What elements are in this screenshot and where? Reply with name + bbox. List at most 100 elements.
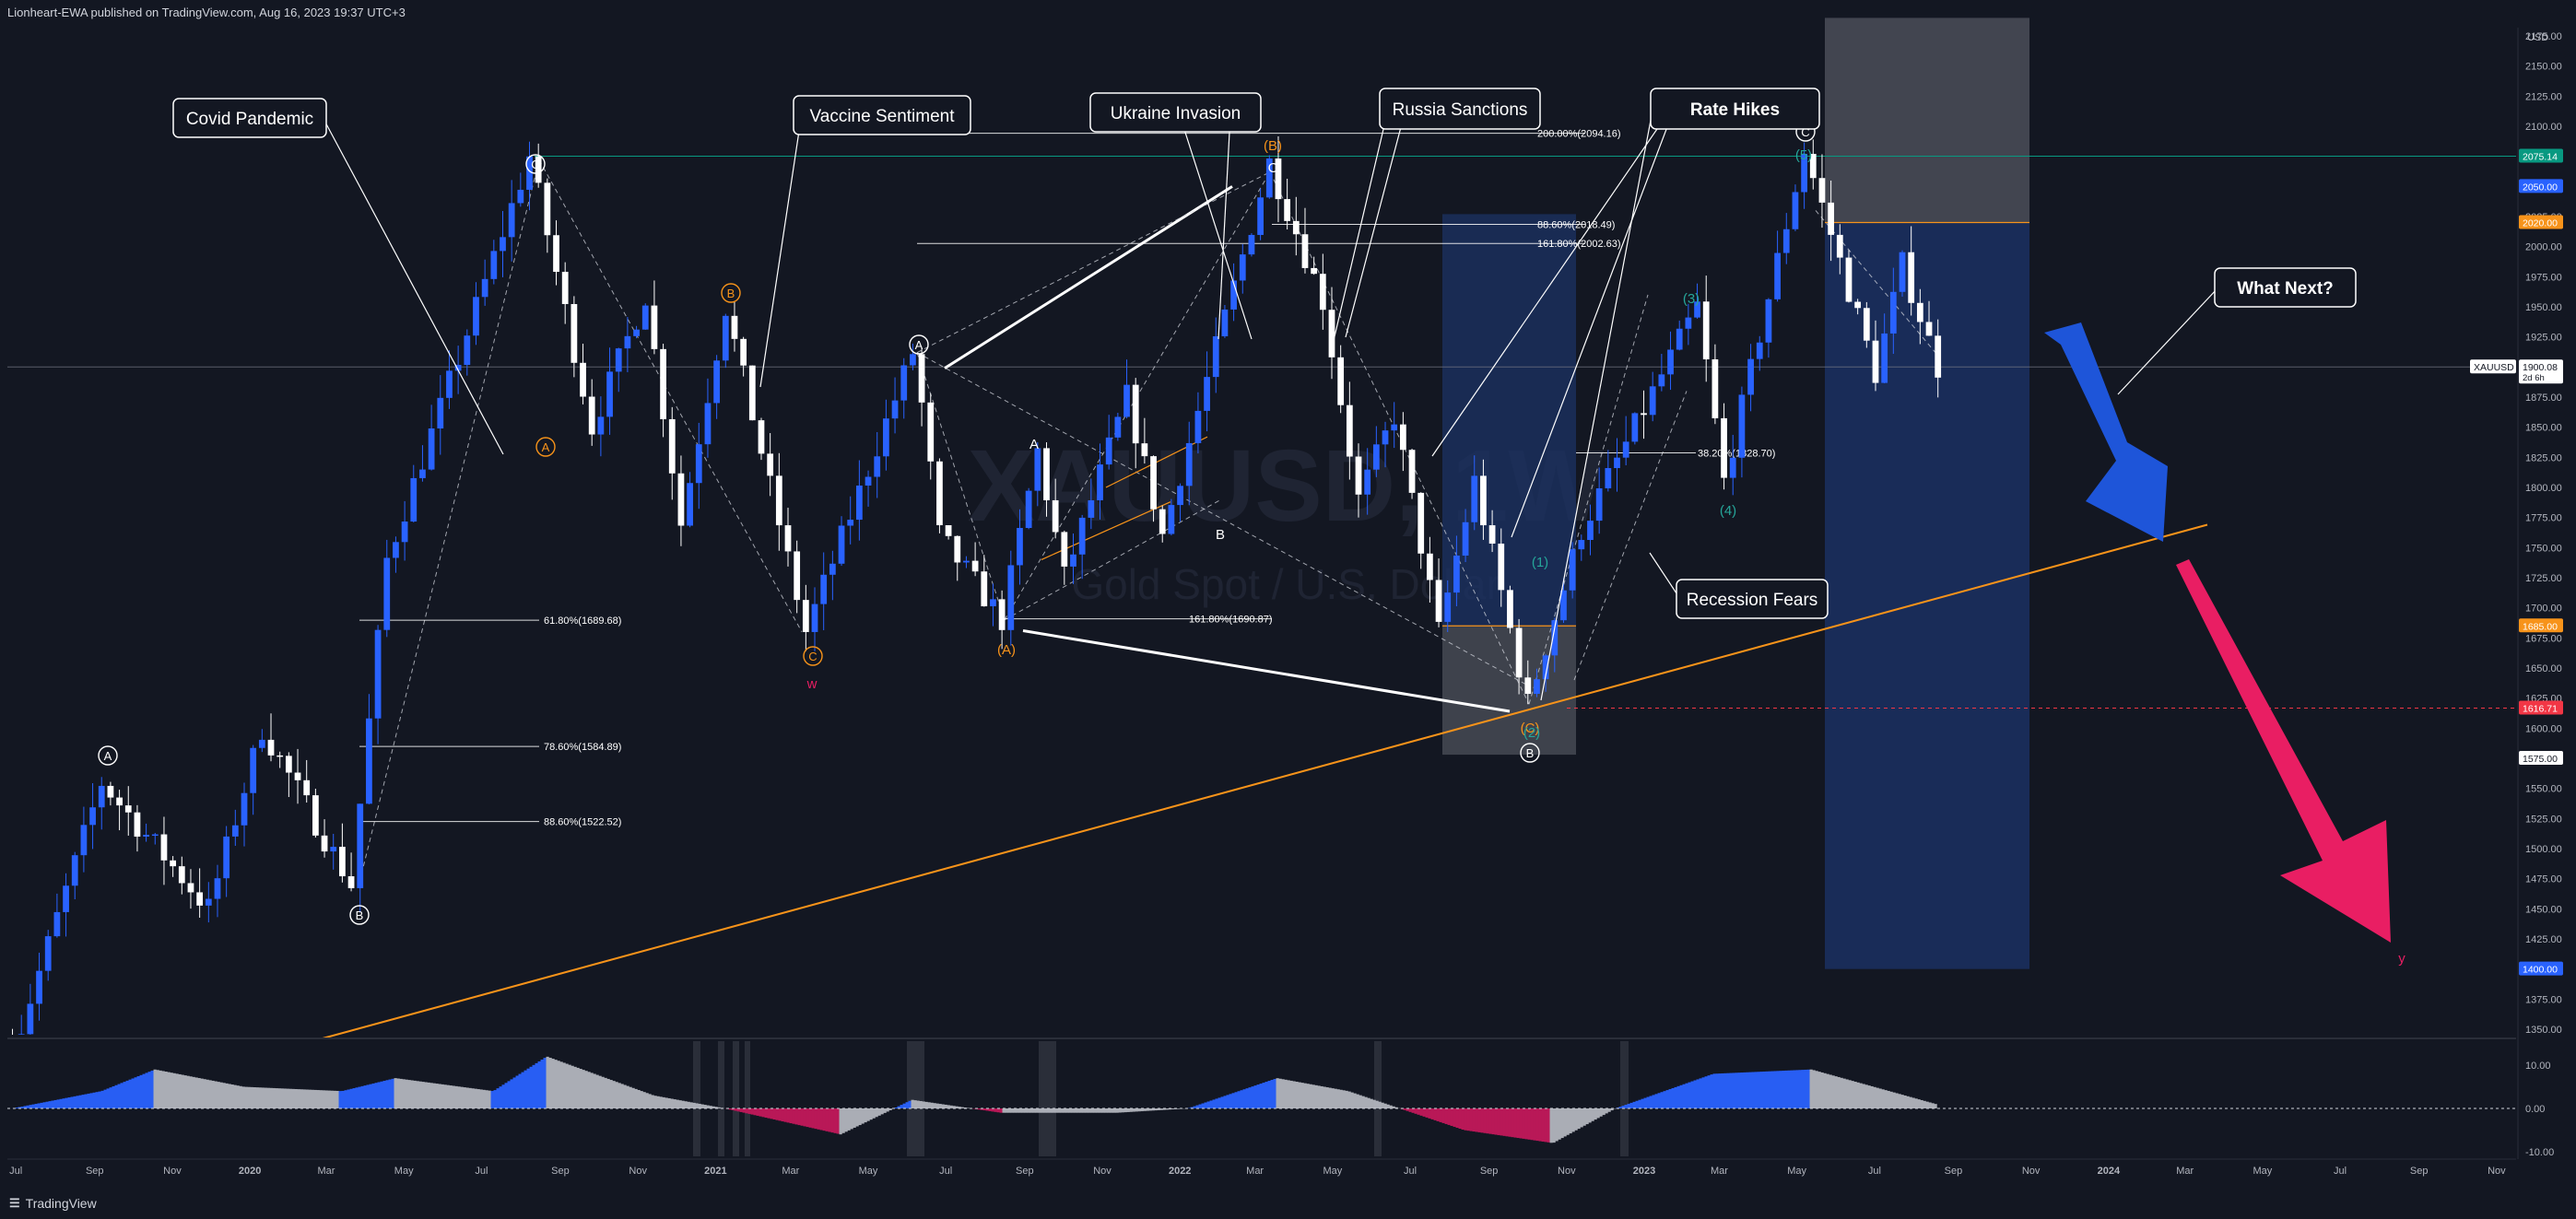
osc-bar [1735,1072,1738,1108]
osc-bar [1021,1108,1025,1113]
osc-bar [1729,1072,1733,1108]
osc-bar [1007,1108,1011,1113]
osc-bar [446,1084,450,1108]
candle-body [80,825,88,856]
tradingview-chart[interactable]: XAUUSD, 1W Gold Spot / U.S. Dollar 200.0… [0,0,2576,1219]
price-badge-5: 1616.71 [2519,700,2563,715]
osc-bar [211,1080,215,1108]
osc-bar [106,1088,110,1108]
white-trendline-upper[interactable] [944,185,1233,369]
time-tick-10: Mar [782,1166,799,1177]
osc-bar [1920,1099,1923,1108]
callout-rate-hikes[interactable]: Rate Hikes [1650,88,1820,130]
osc-bar [1118,1108,1122,1113]
osc-bar [1519,1108,1523,1139]
osc-bar [485,1090,488,1108]
osc-bar [347,1089,350,1108]
osc-bar [1848,1080,1852,1108]
osc-bar [1032,1108,1036,1113]
publisher-header: Lionheart-EWA published on TradingView.c… [0,0,2576,26]
pink-down-arrow [2176,559,2391,943]
osc-bar [366,1084,370,1108]
candle-body [1515,627,1523,678]
price-tick-20: 1675.00 [2525,633,2562,644]
time-axis[interactable]: Jul Sep Nov 2020 Mar May Jul Sep Nov 2021 Mar May Ju… [9,1166,2506,1177]
osc-bar [808,1108,812,1128]
time-tick-20: Nov [1558,1166,1576,1177]
candle-body [490,251,498,279]
callout-russia-sanctions[interactable]: Russia Sanctions [1379,88,1541,130]
osc-bar [521,1072,524,1108]
osc-bar [1237,1091,1241,1108]
osc-bar [1372,1099,1376,1108]
osc-bar [1898,1094,1901,1108]
time-tick-12: Jul [939,1166,952,1177]
candle-body [500,237,506,252]
candle-body [178,866,185,884]
osc-bar [208,1080,212,1108]
candle-body [918,354,925,403]
osc-bar [1209,1100,1213,1108]
time-tick-29: May [2253,1166,2272,1177]
candle-body [1399,424,1406,451]
time-tick-2: Nov [163,1166,182,1177]
candle-body [1889,291,1897,334]
white-trendline-lower[interactable] [1022,629,1511,713]
osc-bar [1906,1096,1910,1108]
osc-bar [396,1078,400,1108]
tradingview-brand[interactable]: ☰ TradingView [9,1196,97,1211]
osc-bar [1303,1083,1307,1108]
callout-covid-pandemic[interactable]: Covid Pandemic [172,98,327,138]
trade-zones [1442,18,2029,969]
osc-bar [1820,1072,1824,1108]
osc-bar [747,1108,751,1114]
candle-body [704,403,712,445]
osc-bar [839,1108,842,1135]
osc-bar [1154,1108,1158,1111]
osc-bar [1815,1071,1818,1108]
osc-bar [1068,1108,1072,1113]
osc-bar [700,1104,704,1108]
osc-bar [131,1078,135,1108]
blue-down-arrow [2044,322,2168,542]
osc-bar [1126,1108,1130,1112]
price-tick-1: 2150.00 [2525,62,2562,73]
osc-bar [183,1075,187,1108]
osc-bar [399,1078,403,1108]
osc-bar [1743,1072,1747,1108]
price-tick-29: 1450.00 [2525,904,2562,915]
osc-bar [490,1091,494,1108]
candle-body [481,278,488,298]
osc-bar [1334,1088,1337,1108]
osc-bar [288,1088,292,1108]
osc-bar [629,1086,632,1108]
osc-bar [42,1102,46,1108]
osc-bar [172,1072,176,1108]
candle-body [1088,499,1095,518]
time-tick-24: Jul [1868,1166,1881,1177]
time-tick-25: Sep [1945,1166,1963,1177]
candle-body [151,834,159,837]
osc-bar [1054,1108,1058,1113]
price-tick-27: 1500.00 [2525,844,2562,855]
osc-bar [1826,1073,1829,1108]
candle-body [1123,384,1130,417]
svg-text:A: A [104,749,112,763]
osc-bar [759,1108,762,1117]
callout-recession-fears[interactable]: Recession Fears [1676,579,1829,619]
osc-bar [1104,1108,1108,1113]
time-tick-4: Mar [318,1166,335,1177]
osc-bar [311,1089,314,1108]
fib-label-2: 161.80%(2002.63) [1537,239,1621,250]
osc-bar [1555,1108,1559,1142]
candle-body [1007,565,1015,630]
wave-label-9: A [1029,437,1039,452]
callout-what-next[interactable]: What Next? [2214,267,2357,308]
osc-bar [333,1090,336,1108]
osc-bar [604,1077,607,1108]
osc-bar [34,1104,38,1108]
callout-ukraine-invasion[interactable]: Ukraine Invasion [1089,92,1262,133]
callout-vaccine-sentiment[interactable]: Vaccine Sentiment [793,95,971,135]
osc-bar [1217,1097,1221,1108]
svg-text:B: B [356,908,364,922]
